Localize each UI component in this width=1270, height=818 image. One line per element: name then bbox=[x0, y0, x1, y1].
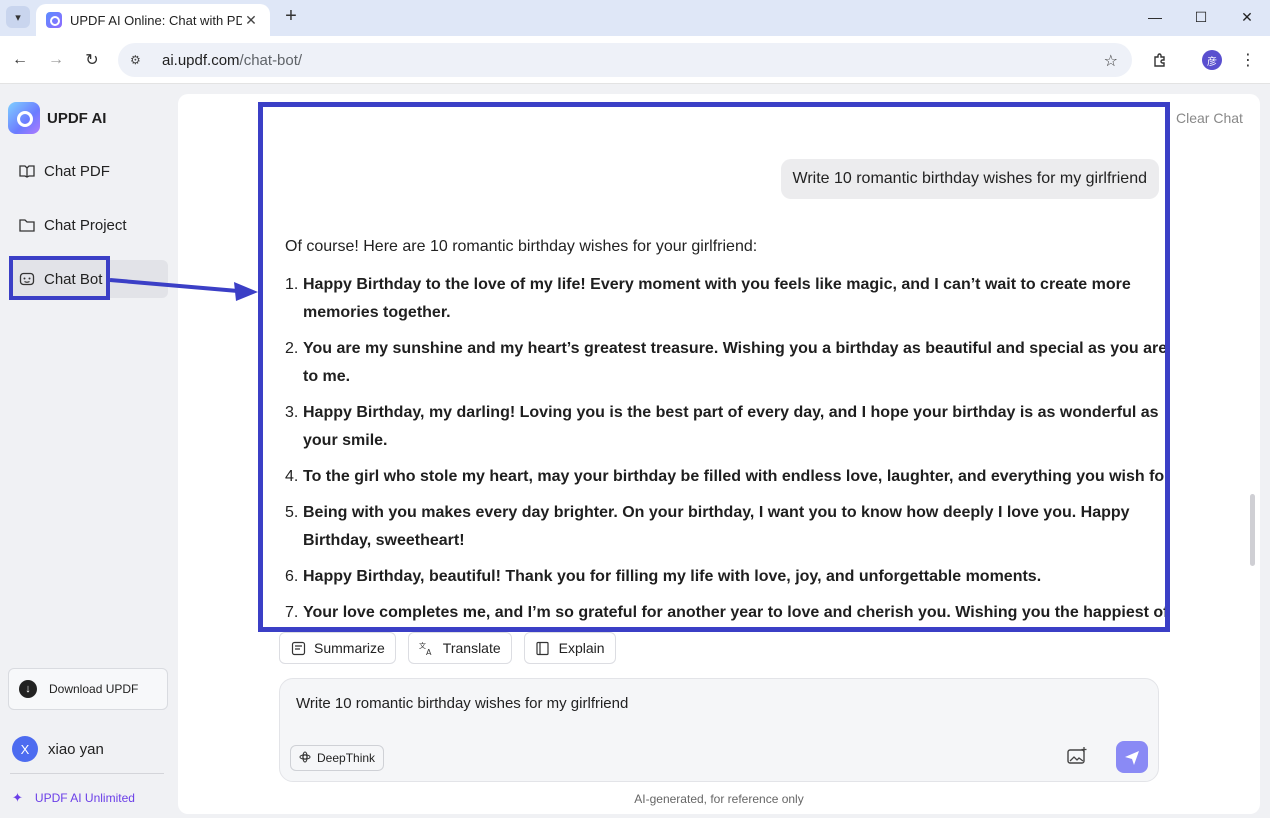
user-name: xiao yan bbox=[48, 740, 104, 758]
profile-avatar[interactable]: 彦 bbox=[1202, 50, 1222, 70]
user-message-bubble: Write 10 romantic birthday wishes for my… bbox=[780, 159, 1159, 199]
chat-bot-highlight-box bbox=[9, 256, 110, 300]
updf-logo-icon bbox=[8, 102, 40, 134]
window-controls: — ☐ ✕ bbox=[1132, 0, 1270, 34]
tab-search-chevron-icon[interactable]: ▾ bbox=[6, 6, 30, 28]
deepthink-toggle[interactable]: DeepThink bbox=[290, 745, 385, 771]
translate-icon: 文A bbox=[419, 640, 435, 656]
list-item: 5. Being with you makes every day brighte… bbox=[285, 504, 1130, 549]
explain-button[interactable]: Explain bbox=[523, 632, 616, 664]
summarize-button[interactable]: Summarize bbox=[279, 632, 396, 664]
list-item: 3. Happy Birthday, my darling! Loving you… bbox=[285, 404, 1159, 449]
chat-input-text[interactable]: Write 10 romantic birthday wishes for my… bbox=[296, 695, 628, 712]
bookmark-star-icon[interactable]: ☆ bbox=[1104, 51, 1118, 71]
svg-text:文: 文 bbox=[419, 641, 426, 650]
extensions-puzzle-icon[interactable] bbox=[1148, 48, 1172, 72]
chat-scrollbar[interactable] bbox=[1250, 494, 1255, 566]
user-profile[interactable]: X xiao yan bbox=[12, 736, 104, 762]
explain-book-icon bbox=[535, 640, 551, 656]
window-close-icon[interactable]: ✕ bbox=[1224, 0, 1270, 34]
site-settings-icon[interactable]: ⚙ bbox=[130, 53, 148, 67]
ai-response-intro: Of course! Here are 10 romantic birthday… bbox=[285, 238, 758, 255]
chat-highlight-frame: Write 10 romantic birthday wishes for my… bbox=[258, 102, 1170, 632]
ai-response-list: 1. Happy Birthday to the love of my life!… bbox=[285, 271, 1170, 627]
clear-chat-button[interactable]: Clear Chat bbox=[1176, 110, 1243, 126]
updf-favicon-icon bbox=[46, 12, 62, 28]
forward-arrow-icon[interactable]: → bbox=[44, 48, 68, 72]
sidebar-item-chat-project[interactable]: Chat Project bbox=[10, 206, 168, 244]
avatar: X bbox=[12, 736, 38, 762]
upgrade-label: UPDF AI Unlimited bbox=[34, 791, 135, 805]
ai-disclaimer: AI-generated, for reference only bbox=[634, 792, 804, 806]
url-path: /chat-bot/ bbox=[239, 51, 303, 69]
download-label: Download UPDF bbox=[49, 682, 139, 696]
svg-text:A: A bbox=[426, 648, 432, 656]
address-bar[interactable]: ⚙ ai.updf.com/chat-bot/ ☆ bbox=[118, 43, 1132, 77]
reload-icon[interactable]: ↻ bbox=[80, 48, 104, 72]
send-button[interactable] bbox=[1116, 741, 1148, 773]
list-item: 7. Your love completes me, and I’m so gra… bbox=[285, 604, 1169, 621]
send-plane-icon bbox=[1125, 751, 1139, 765]
image-upload-icon[interactable] bbox=[1066, 745, 1088, 767]
close-tab-icon[interactable]: ✕ bbox=[242, 12, 260, 29]
quick-actions: Summarize 文A Translate Explain bbox=[279, 632, 616, 664]
sidebar-item-label: Chat Project bbox=[44, 216, 127, 234]
summarize-icon bbox=[290, 640, 306, 656]
sidebar: UPDF AI Chat PDF Chat Project Chat Bot ↓… bbox=[0, 84, 178, 818]
book-icon bbox=[18, 163, 36, 179]
brand[interactable]: UPDF AI bbox=[8, 102, 106, 134]
list-item: 6. Happy Birthday, beautiful! Thank you f… bbox=[285, 568, 1042, 585]
tab-title: UPDF AI Online: Chat with PDF bbox=[70, 12, 242, 28]
sparkle-icon: ✦ bbox=[12, 790, 23, 805]
list-item: 2. You are my sunshine and my heart’s gre… bbox=[285, 340, 1168, 385]
sidebar-divider bbox=[10, 773, 164, 774]
sidebar-item-label: Chat PDF bbox=[44, 162, 110, 180]
browser-toolbar: ← → ↻ ⚙ ai.updf.com/chat-bot/ ☆ 彦 ⋮ bbox=[0, 36, 1270, 84]
download-arrow-icon: ↓ bbox=[19, 680, 37, 698]
maximize-icon[interactable]: ☐ bbox=[1178, 0, 1224, 34]
folder-icon bbox=[18, 217, 36, 233]
download-updf-button[interactable]: ↓ Download UPDF bbox=[8, 668, 168, 710]
kebab-menu-icon[interactable]: ⋮ bbox=[1238, 48, 1258, 72]
list-item: 4. To the girl who stole my heart, may yo… bbox=[285, 468, 1170, 485]
translate-button[interactable]: 文A Translate bbox=[407, 632, 512, 664]
chat-input-box[interactable]: Write 10 romantic birthday wishes for my… bbox=[279, 678, 1159, 782]
brand-name: UPDF AI bbox=[47, 109, 107, 127]
url-host: ai.updf.com bbox=[162, 51, 240, 69]
minimize-icon[interactable]: — bbox=[1132, 0, 1178, 34]
back-arrow-icon[interactable]: ← bbox=[8, 48, 32, 72]
chat-main-panel: Clear Chat Write 10 romantic birthday wi… bbox=[178, 94, 1260, 814]
browser-tab-bar: ▾ UPDF AI Online: Chat with PDF ✕ + — ☐ … bbox=[0, 0, 1270, 36]
sidebar-item-chat-pdf[interactable]: Chat PDF bbox=[10, 152, 168, 190]
upgrade-link[interactable]: ✦ UPDF AI Unlimited bbox=[12, 790, 135, 806]
browser-tab[interactable]: UPDF AI Online: Chat with PDF ✕ bbox=[36, 4, 270, 36]
deepthink-icon bbox=[299, 751, 311, 766]
app-area: UPDF AI Chat PDF Chat Project Chat Bot ↓… bbox=[0, 84, 1270, 818]
list-item: 1. Happy Birthday to the love of my life!… bbox=[285, 276, 1131, 321]
new-tab-plus-icon[interactable]: + bbox=[280, 6, 302, 28]
